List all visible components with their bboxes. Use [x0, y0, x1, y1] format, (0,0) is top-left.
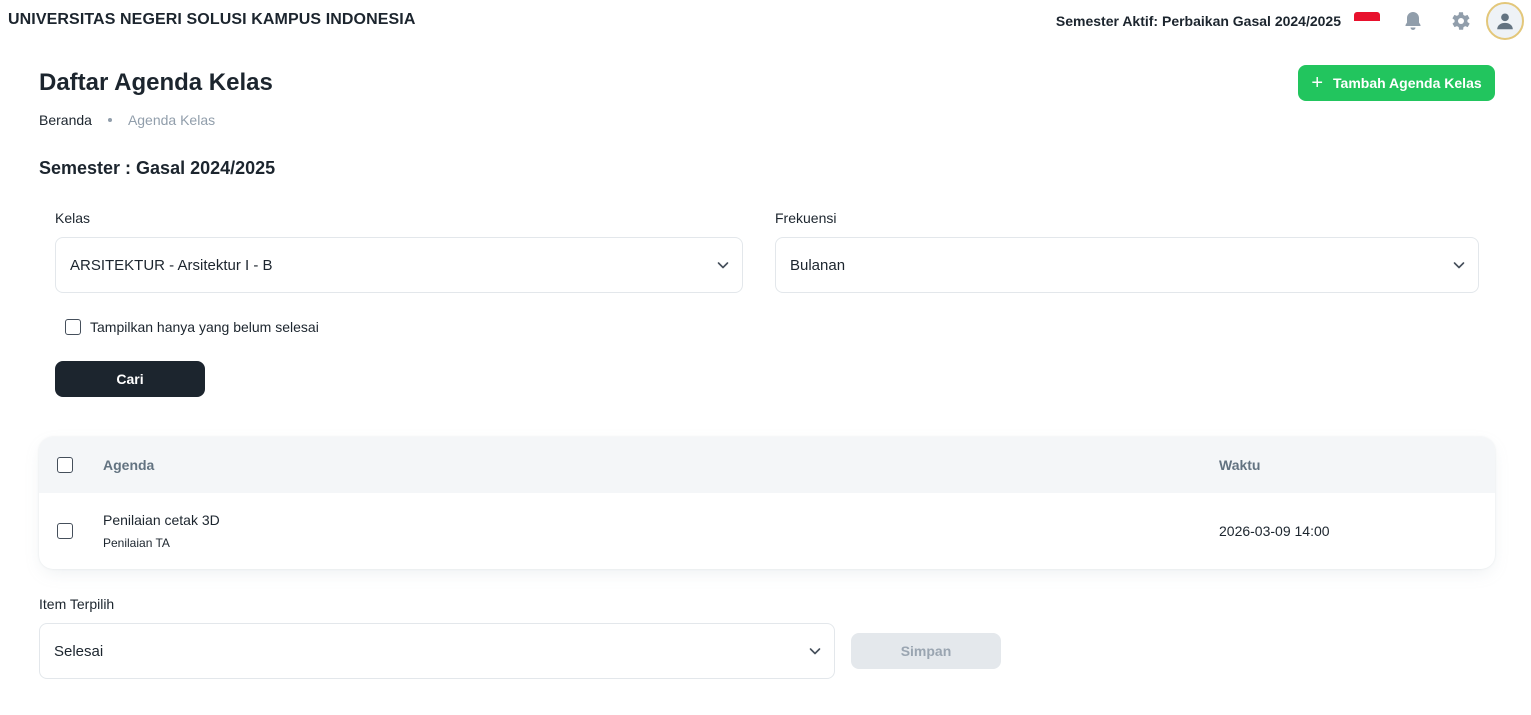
kelas-select[interactable]: ARSITEKTUR - Arsitektur I - B	[55, 237, 743, 293]
active-semester-label: Semester Aktif: Perbaikan Gasal 2024/202…	[1055, 13, 1341, 29]
user-avatar-icon[interactable]	[1486, 2, 1524, 40]
selected-items-label: Item Terpilih	[39, 596, 115, 612]
indonesia-flag-icon[interactable]	[1354, 12, 1380, 30]
frekuensi-label: Frekuensi	[775, 210, 837, 226]
agenda-category: Penilaian TA	[103, 536, 170, 550]
breadcrumb-current: Agenda Kelas	[127, 112, 216, 128]
university-name: UNIVERSITAS NEGERI SOLUSI KAMPUS INDONES…	[8, 11, 416, 28]
breadcrumb: Beranda Agenda Kelas	[39, 112, 215, 128]
select-all-checkbox[interactable]	[57, 457, 73, 473]
unfinished-only-label: Tampilkan hanya yang belum selesai	[90, 319, 319, 335]
breadcrumb-home-link[interactable]: Beranda	[39, 112, 92, 128]
chevron-down-icon	[717, 262, 729, 269]
agenda-time: 2026-03-09 14:00	[1219, 523, 1330, 539]
agenda-table: Agenda Waktu Penilaian cetak 3D Penilaia…	[39, 437, 1495, 569]
search-button[interactable]: Cari	[55, 361, 205, 397]
table-header: Agenda Waktu	[39, 437, 1495, 493]
page-title: Daftar Agenda Kelas	[39, 69, 273, 96]
kelas-label: Kelas	[55, 210, 91, 226]
add-class-agenda-button-label: Tambah Agenda Kelas	[1333, 75, 1482, 91]
semester-heading: Semester : Gasal 2024/2025	[39, 158, 276, 178]
add-class-agenda-button[interactable]: + Tambah Agenda Kelas	[1298, 65, 1495, 101]
kelas-select-value: ARSITEKTUR - Arsitektur I - B	[70, 256, 273, 274]
column-header-agenda: Agenda	[103, 457, 155, 473]
chevron-down-icon	[1453, 262, 1465, 269]
frekuensi-select[interactable]: Bulanan	[775, 237, 1479, 293]
selected-items-action-select[interactable]: Selesai	[39, 623, 835, 679]
chevron-down-icon	[809, 648, 821, 655]
unfinished-only-checkbox[interactable]	[65, 319, 81, 335]
row-checkbox[interactable]	[57, 523, 73, 539]
unfinished-only-filter[interactable]: Tampilkan hanya yang belum selesai	[65, 319, 319, 335]
column-header-waktu: Waktu	[1219, 457, 1261, 473]
bell-icon[interactable]	[1401, 9, 1425, 33]
top-bar: UNIVERSITAS NEGERI SOLUSI KAMPUS INDONES…	[0, 0, 1531, 42]
table-row: Penilaian cetak 3D Penilaian TA 2026-03-…	[39, 493, 1495, 569]
selected-items-action-value: Selesai	[54, 642, 104, 660]
gear-icon[interactable]	[1448, 9, 1472, 33]
plus-icon: +	[1311, 72, 1324, 94]
breadcrumb-separator	[107, 118, 112, 122]
agenda-title: Penilaian cetak 3D	[103, 512, 220, 528]
save-button[interactable]: Simpan	[851, 633, 1001, 669]
frekuensi-select-value: Bulanan	[790, 256, 846, 274]
